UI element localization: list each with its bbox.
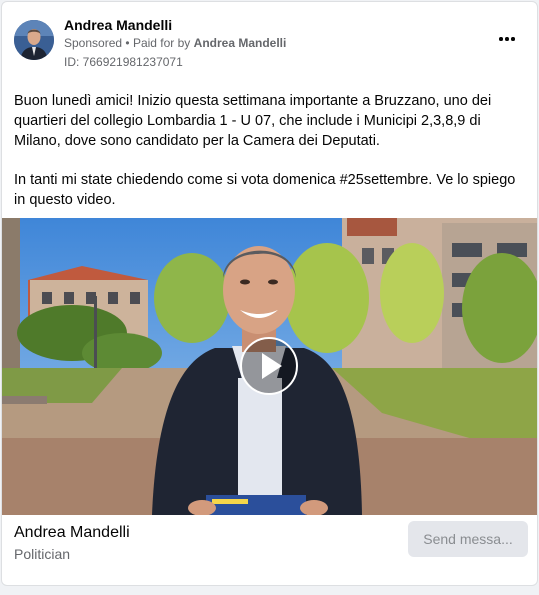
sponsor-line: Sponsored • Paid for by Andrea Mandelli <box>64 36 286 50</box>
post-text: Buon lunedì amici! Inizio questa settima… <box>14 91 526 229</box>
author-avatar[interactable] <box>14 20 54 60</box>
video-player[interactable] <box>2 218 537 515</box>
play-button[interactable] <box>240 337 298 395</box>
send-message-button[interactable]: Send messa... <box>408 521 528 557</box>
paid-for-name[interactable]: Andrea Mandelli <box>194 36 287 50</box>
author-name[interactable]: Andrea Mandelli <box>64 17 172 33</box>
meta-separator: • <box>125 36 130 50</box>
post-paragraph: Buon lunedì amici! Inizio questa settima… <box>14 93 492 149</box>
more-options-icon[interactable] <box>497 32 517 46</box>
avatar-image <box>14 20 54 60</box>
page-name[interactable]: Andrea Mandelli <box>14 524 130 542</box>
post-paragraph: In tanti mi state chiedendo come si vota… <box>14 172 516 208</box>
sponsored-label: Sponsored <box>64 36 123 50</box>
ad-card: Andrea Mandelli Sponsored • Paid for by … <box>1 1 538 586</box>
page-category: Politician <box>14 546 71 562</box>
paid-for-prefix: Paid for by <box>132 36 191 50</box>
play-icon <box>262 353 282 379</box>
ad-id: ID: 766921981237071 <box>64 55 183 69</box>
